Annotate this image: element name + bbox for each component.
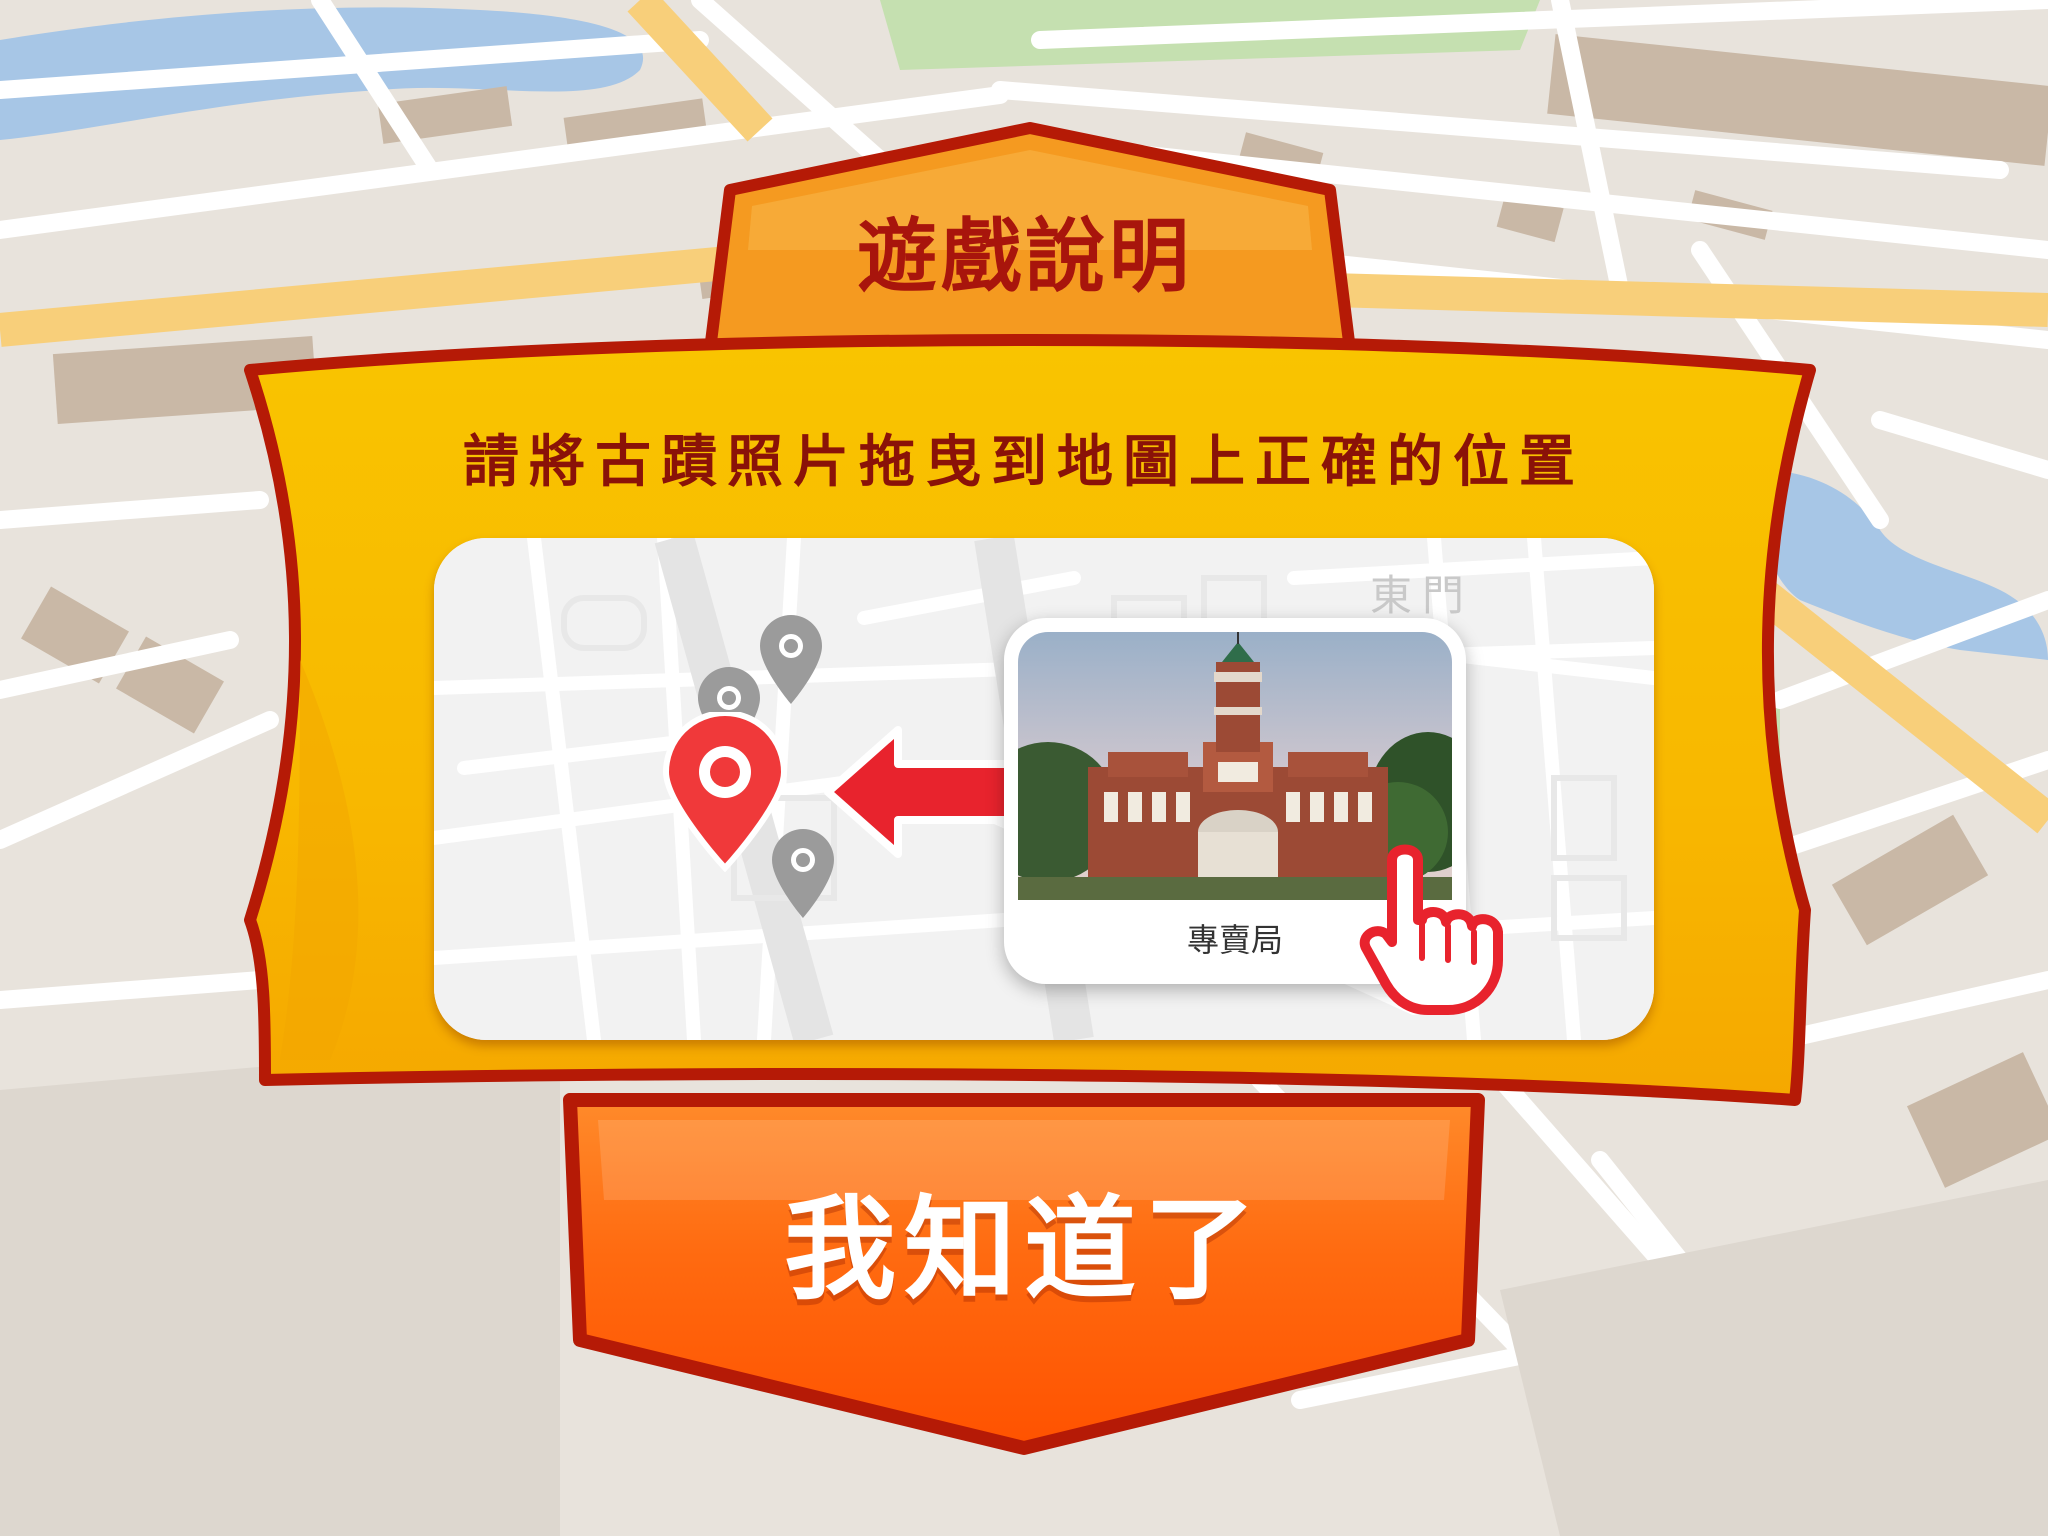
- drag-direction-arrow-icon: [824, 726, 1027, 858]
- map-district-label: 東門: [1370, 571, 1475, 620]
- hand-pointer-icon: [1359, 844, 1503, 1015]
- instruction-text: 請將古蹟照片拖曳到地圖上正確的位置: [463, 429, 1585, 495]
- map-pin-active-icon: [662, 712, 788, 872]
- confirm-button[interactable]: 我知道了: [620, 1160, 1428, 1320]
- map-pin-icon: [760, 615, 822, 704]
- dialog-title: 遊戲說明: [857, 210, 1193, 303]
